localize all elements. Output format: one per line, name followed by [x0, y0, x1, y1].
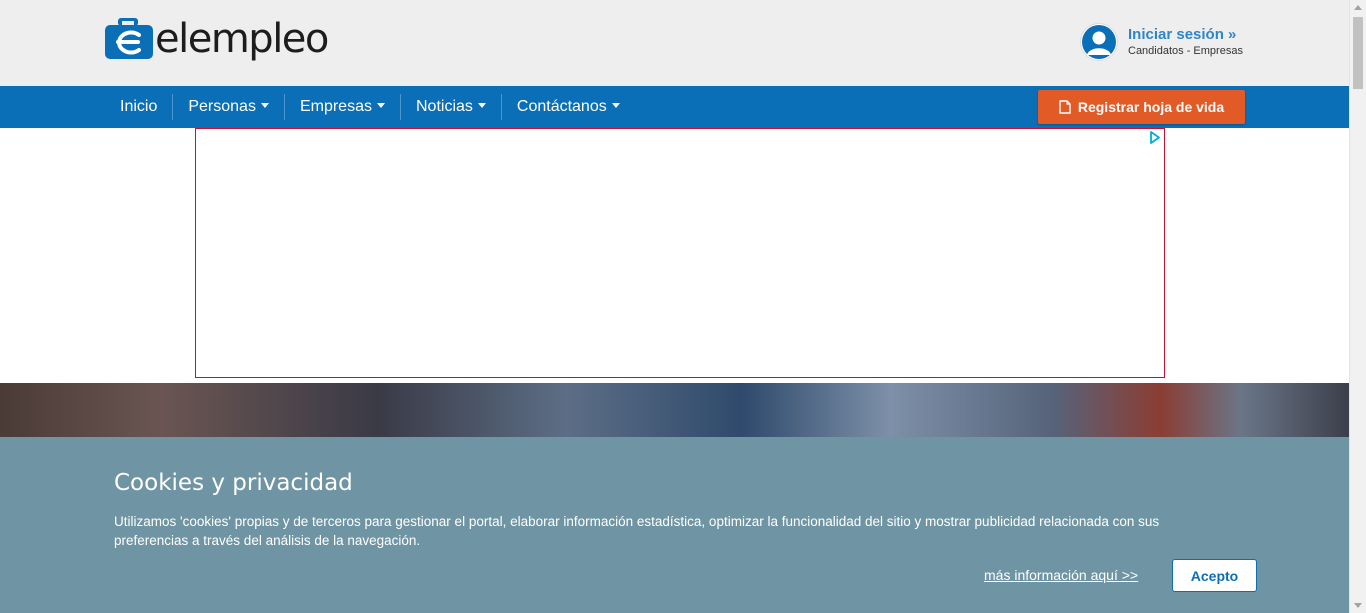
adchoices-icon[interactable] [1147, 130, 1162, 145]
caret-down-icon [260, 103, 269, 109]
caret-down-icon [477, 103, 486, 109]
caret-down-icon [611, 103, 620, 109]
cookie-accept-button[interactable]: Acepto [1172, 559, 1257, 592]
scroll-thumb[interactable] [1353, 17, 1363, 89]
logo-text: elempleo [155, 16, 329, 62]
scroll-down-icon[interactable] [1354, 603, 1362, 608]
nav-item-empresas[interactable]: Empresas [283, 94, 400, 120]
login-area: Iniciar sesión » Candidatos - Empresas [1080, 23, 1243, 61]
nav-item-inicio[interactable]: Inicio [105, 94, 172, 120]
nav-item-noticias[interactable]: Noticias [399, 94, 501, 120]
user-avatar-icon[interactable] [1080, 23, 1118, 61]
cookie-more-info-link[interactable]: más información aquí >> [984, 567, 1138, 583]
document-icon [1059, 100, 1071, 114]
cookie-banner: Cookies y privacidad Utilizamos 'cookies… [0, 437, 1349, 613]
login-subtitle: Candidatos - Empresas [1128, 45, 1243, 57]
register-cv-button[interactable]: Registrar hoja de vida [1038, 90, 1245, 124]
briefcase-logo-icon [105, 18, 153, 59]
caret-down-icon [376, 103, 385, 109]
page-scrollbar[interactable] [1349, 0, 1366, 613]
scroll-up-icon[interactable] [1354, 5, 1362, 10]
login-link-label: Iniciar sesión [1128, 26, 1224, 43]
nav-item-contactanos[interactable]: Contáctanos [500, 94, 635, 120]
cookie-title: Cookies y privacidad [114, 470, 353, 496]
elempleo-logo[interactable]: elempleo [105, 16, 329, 62]
nav-item-label: Empresas [299, 98, 372, 115]
register-cv-label: Registrar hoja de vida [1077, 99, 1225, 115]
ad-banner[interactable] [195, 128, 1165, 378]
site-header: elempleo Iniciar sesión » Candidatos - E… [0, 0, 1349, 86]
main-navbar: Inicio Personas Empresas Noticias Contác… [0, 86, 1349, 128]
login-link[interactable]: Iniciar sesión » [1128, 26, 1243, 44]
nav-item-label: Contáctanos [516, 98, 607, 115]
nav-item-label: Noticias [415, 98, 473, 115]
hero-image [0, 383, 1349, 443]
nav-item-label: Personas [188, 98, 256, 115]
double-chevron-right-icon: » [1228, 26, 1237, 43]
cookie-text: Utilizamos 'cookies' propias y de tercer… [114, 514, 1160, 548]
nav-menu: Inicio Personas Empresas Noticias Contác… [105, 86, 635, 128]
nav-item-label: Inicio [120, 98, 158, 115]
nav-item-personas[interactable]: Personas [172, 94, 284, 120]
